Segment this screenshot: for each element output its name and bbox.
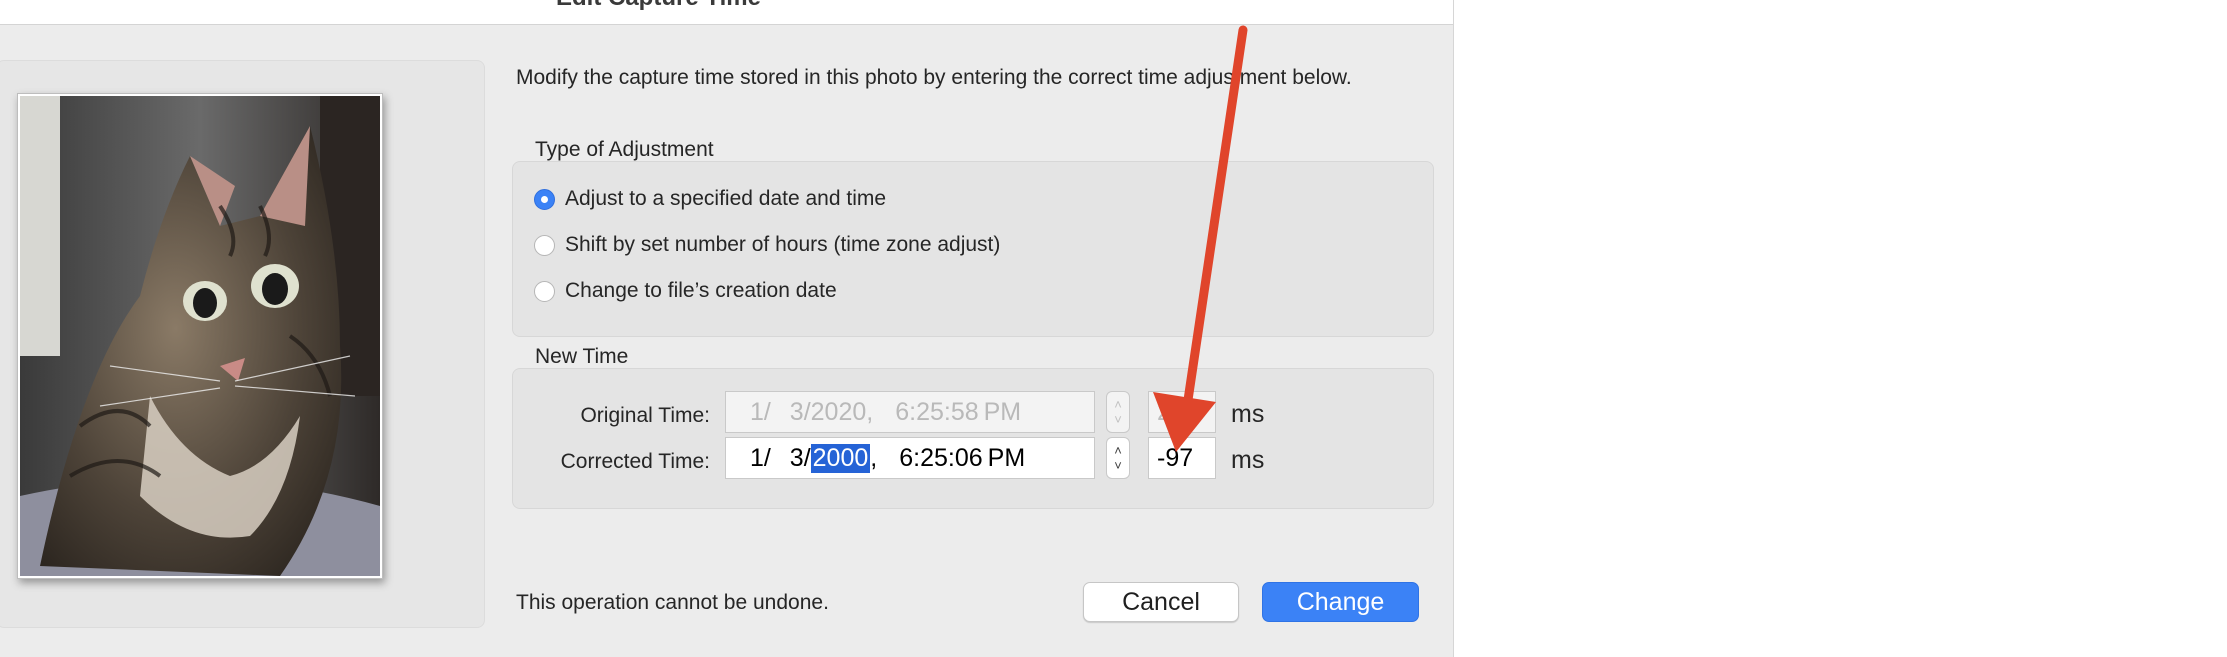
undo-warning-text: This operation cannot be undone. xyxy=(516,591,829,614)
corrected-time-field[interactable]: 1/ 3/ 2000 , 6:25:06 PM xyxy=(725,437,1095,479)
radio-label: Adjust to a specified date and time xyxy=(565,187,887,210)
corrected-month[interactable]: 1/ xyxy=(750,444,771,473)
radio-button[interactable] xyxy=(534,280,555,302)
screenshot-stage: Edit Capture Time xyxy=(0,0,2227,657)
corrected-day[interactable]: 3/ xyxy=(783,444,811,473)
original-ms-field: 2 xyxy=(1148,391,1216,433)
original-year: 2020, xyxy=(810,397,874,426)
chevron-up-icon[interactable]: ˄ xyxy=(1114,443,1122,458)
corrected-time-label: Corrected Time: xyxy=(560,450,710,473)
radio-change-to-file-creation-date[interactable]: Change to file’s creation date xyxy=(534,277,837,305)
original-clock: 6:25:58 PM xyxy=(895,397,1022,426)
cat-photo-image xyxy=(20,96,380,576)
original-time-field: 1/ 3/ 2020, 6:25:58 PM xyxy=(725,391,1095,433)
original-ms-unit: ms xyxy=(1231,400,1265,428)
radio-button-selected[interactable] xyxy=(534,188,555,210)
dialog-titlebar: Edit Capture Time xyxy=(0,0,1453,25)
type-of-adjustment-label: Type of Adjustment xyxy=(535,138,714,161)
photo-thumbnail xyxy=(17,93,383,579)
chevron-down-icon: ˅ xyxy=(1114,412,1122,427)
original-time-label: Original Time: xyxy=(580,404,710,427)
corrected-ms-unit: ms xyxy=(1231,446,1265,474)
dialog-title: Edit Capture Time xyxy=(556,0,761,12)
dialog-description: Modify the capture time stored in this p… xyxy=(516,66,1352,89)
chevron-down-icon[interactable]: ˅ xyxy=(1114,458,1122,473)
cancel-button[interactable]: Cancel xyxy=(1083,582,1239,622)
corrected-year-separator: , xyxy=(870,443,878,472)
radio-label: Change to file’s creation date xyxy=(565,279,837,302)
radio-adjust-to-specified-date[interactable]: Adjust to a specified date and time xyxy=(534,185,886,213)
corrected-clock[interactable]: 6:25:06 PM xyxy=(899,444,1025,473)
original-day: 3/ xyxy=(782,397,811,426)
edit-capture-time-dialog: Edit Capture Time xyxy=(0,0,1454,657)
radio-button[interactable] xyxy=(534,234,555,256)
change-button[interactable]: Change xyxy=(1262,582,1419,622)
original-month: 1/ xyxy=(750,397,771,426)
corrected-time-stepper[interactable]: ˄ ˅ xyxy=(1106,437,1130,479)
chevron-up-icon: ˄ xyxy=(1114,397,1122,412)
new-time-label: New Time xyxy=(535,345,629,368)
corrected-ms-field[interactable]: -97 xyxy=(1148,437,1216,479)
original-time-stepper: ˄ ˅ xyxy=(1106,391,1130,433)
radio-shift-by-hours[interactable]: Shift by set number of hours (time zone … xyxy=(534,231,1000,259)
corrected-year-selected[interactable]: 2000 xyxy=(810,443,871,473)
radio-label: Shift by set number of hours (time zone … xyxy=(565,233,1001,256)
